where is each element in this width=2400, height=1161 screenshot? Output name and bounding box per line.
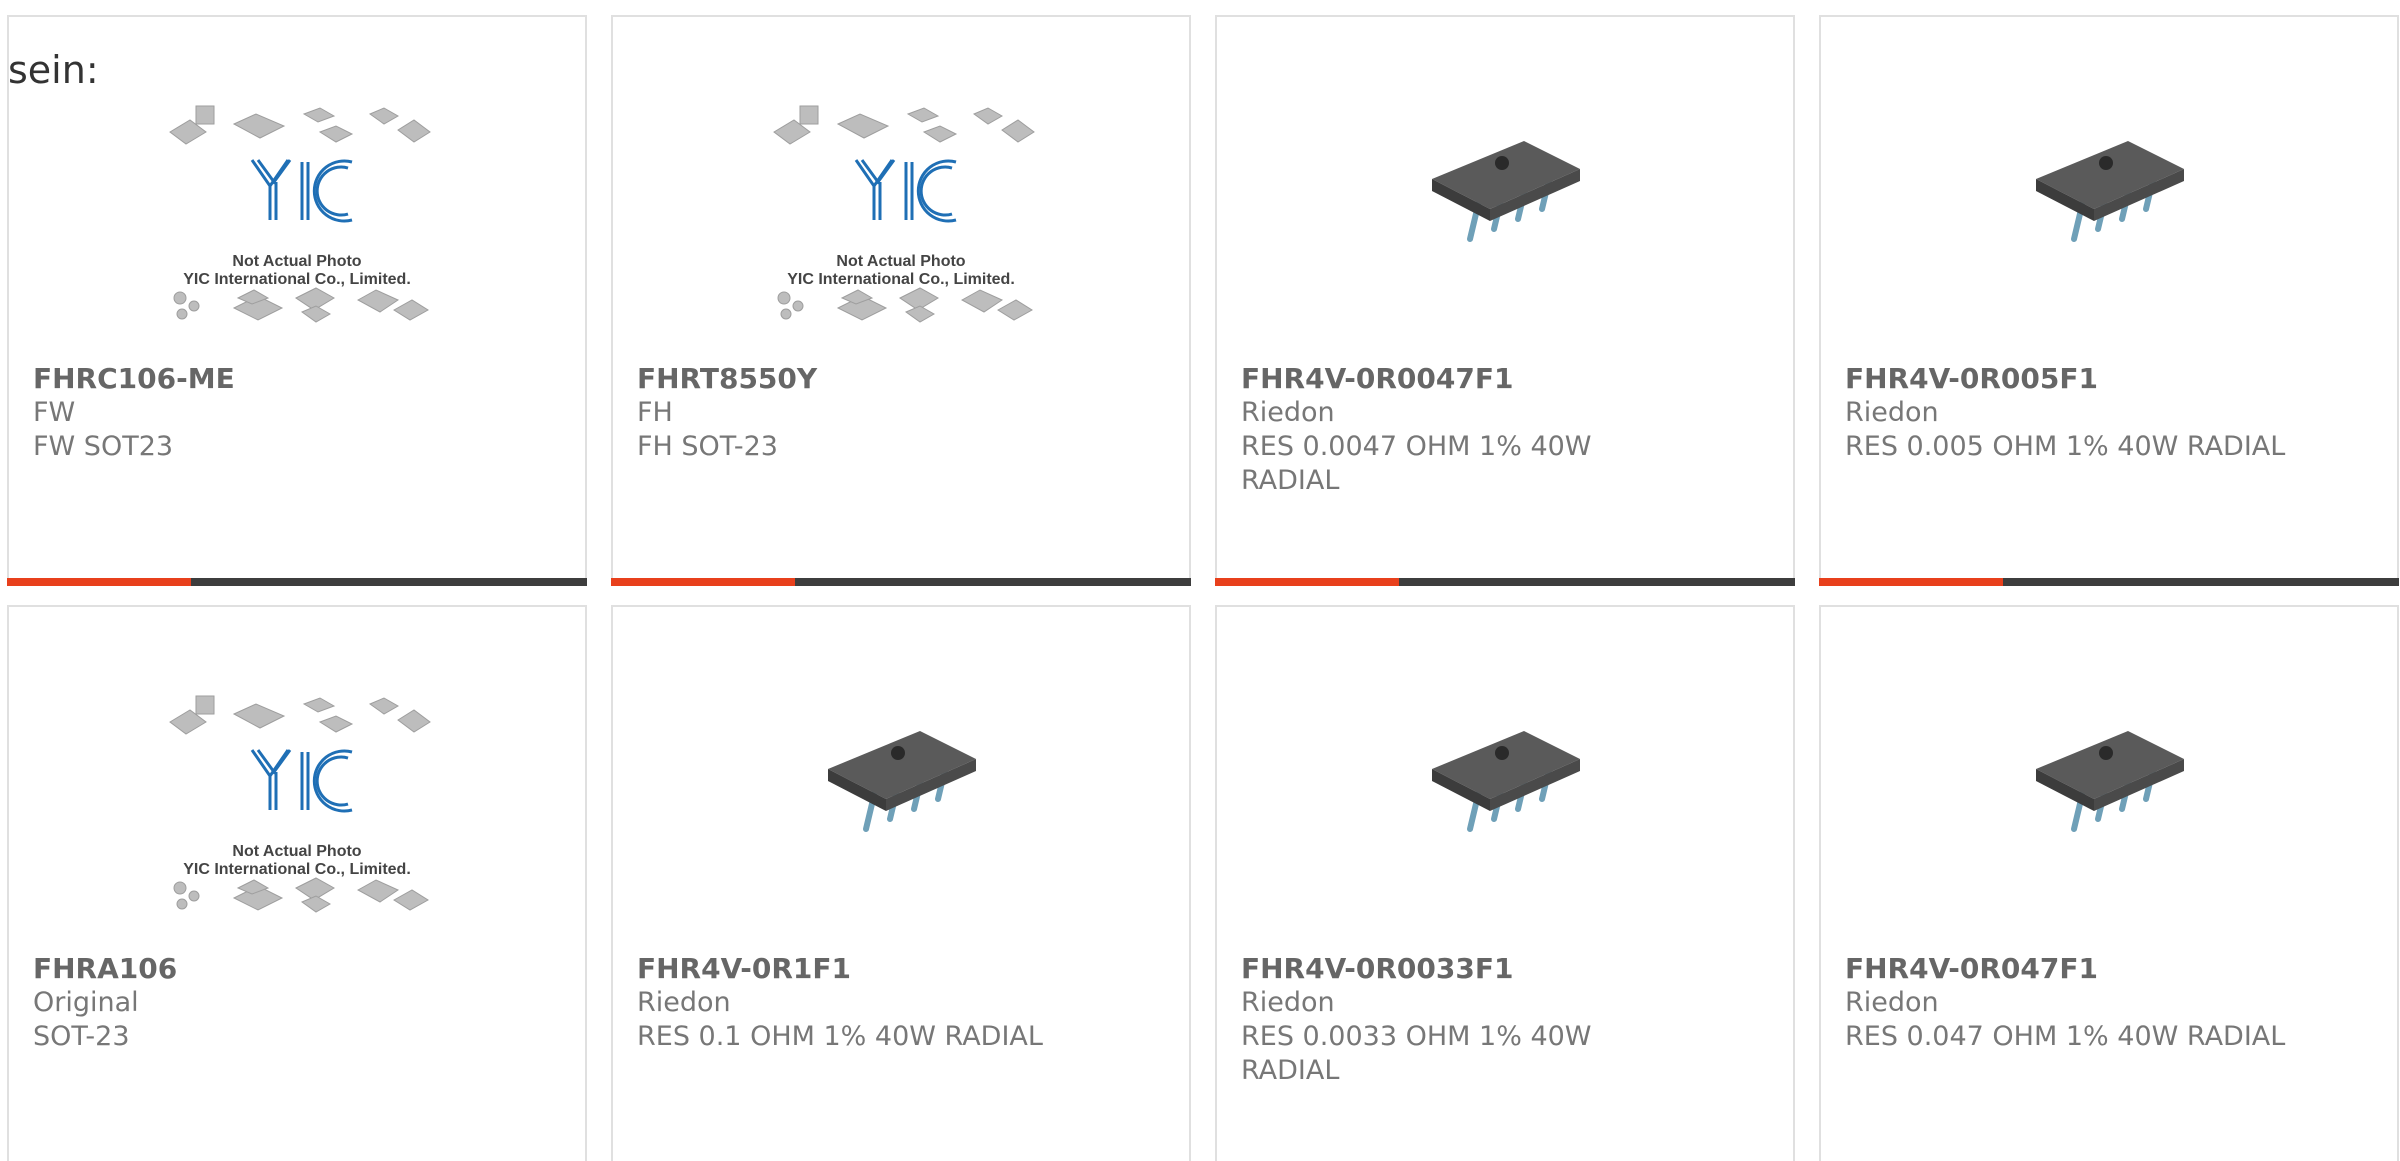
resistor-chip-icon (1420, 127, 1590, 257)
part-number-link[interactable]: FHR4V-0R0047F1 (1241, 362, 1773, 396)
part-number-link[interactable]: FHRA106 (33, 952, 565, 986)
card-accent (1215, 578, 1399, 586)
description: RES 0.005 OHM 1% 40W RADIAL (1845, 431, 2286, 462)
product-info: FHRC106-ME FW FW SOT23 (33, 362, 565, 464)
product-image[interactable]: Not Actual Photo YIC International Co., … (9, 607, 585, 937)
product-info: FHR4V-0R1F1 Riedon RES 0.1 OHM 1% 40W RA… (637, 952, 1169, 1054)
manufacturer: Original (33, 987, 139, 1018)
card-accent (7, 578, 191, 586)
product-info: FHR4V-0R0047F1 Riedon RES 0.0047 OHM 1% … (1241, 362, 1773, 498)
product-image[interactable] (613, 607, 1189, 937)
description-continued: RADIAL (1241, 465, 1340, 496)
card-bottom-bar (1819, 578, 2399, 586)
description: RES 0.0047 OHM 1% 40W (1241, 431, 1592, 462)
product-image[interactable] (1217, 607, 1793, 937)
description: FH SOT-23 (637, 431, 778, 462)
description-continued: RADIAL (1241, 1055, 1340, 1086)
part-number-link[interactable]: FHRC106-ME (33, 362, 565, 396)
resistor-chip-icon (2024, 717, 2194, 847)
not-actual-photo-text: Not Actual Photo (232, 843, 362, 860)
product-card[interactable]: FHR4V-0R0047F1 Riedon RES 0.0047 OHM 1% … (1215, 15, 1795, 586)
manufacturer: Riedon (637, 987, 731, 1018)
company-name-text: YIC International Co., Limited. (183, 271, 411, 288)
placeholder-photo-icon: Not Actual Photo YIC International Co., … (162, 692, 432, 932)
product-card[interactable]: FHR4V-0R1F1 Riedon RES 0.1 OHM 1% 40W RA… (611, 605, 1191, 1161)
card-accent (1819, 578, 2003, 586)
not-actual-photo-text: Not Actual Photo (232, 253, 362, 270)
product-info: FHR4V-0R005F1 Riedon RES 0.005 OHM 1% 40… (1845, 362, 2377, 464)
placeholder-photo-icon: Not Actual Photo YIC International Co., … (766, 102, 1036, 342)
manufacturer: FW (33, 397, 76, 428)
product-card[interactable]: FHR4V-0R0033F1 Riedon RES 0.0033 OHM 1% … (1215, 605, 1795, 1161)
description: FW SOT23 (33, 431, 174, 462)
product-info: FHRA106 Original SOT-23 (33, 952, 565, 1054)
product-info: FHR4V-0R0033F1 Riedon RES 0.0033 OHM 1% … (1241, 952, 1773, 1088)
product-image[interactable] (1821, 607, 2397, 937)
product-card[interactable]: FHR4V-0R005F1 Riedon RES 0.005 OHM 1% 40… (1819, 15, 2399, 586)
description: RES 0.0033 OHM 1% 40W (1241, 1021, 1592, 1052)
part-number-link[interactable]: FHR4V-0R005F1 (1845, 362, 2377, 396)
description: RES 0.1 OHM 1% 40W RADIAL (637, 1021, 1043, 1052)
manufacturer: Riedon (1845, 987, 1939, 1018)
product-info: FHR4V-0R047F1 Riedon RES 0.047 OHM 1% 40… (1845, 952, 2377, 1054)
manufacturer: Riedon (1845, 397, 1939, 428)
placeholder-photo-icon: Not Actual Photo YIC International Co., … (162, 102, 432, 342)
product-info: FHRT8550Y FH FH SOT-23 (637, 362, 1169, 464)
product-card[interactable]: Not Actual Photo YIC International Co., … (7, 605, 587, 1161)
manufacturer: Riedon (1241, 397, 1335, 428)
manufacturer: FH (637, 397, 673, 428)
card-accent (611, 578, 795, 586)
company-name-text: YIC International Co., Limited. (183, 861, 411, 878)
resistor-chip-icon (816, 717, 986, 847)
product-card[interactable]: FHR4V-0R047F1 Riedon RES 0.047 OHM 1% 40… (1819, 605, 2399, 1161)
not-actual-photo-text: Not Actual Photo (836, 253, 966, 270)
card-bottom-bar (1215, 578, 1795, 586)
intro-text: sein: (8, 48, 99, 92)
part-number-link[interactable]: FHR4V-0R0033F1 (1241, 952, 1773, 986)
product-image[interactable]: Not Actual Photo YIC International Co., … (613, 17, 1189, 347)
part-number-link[interactable]: FHR4V-0R047F1 (1845, 952, 2377, 986)
part-number-link[interactable]: FHR4V-0R1F1 (637, 952, 1169, 986)
product-card[interactable]: Not Actual Photo YIC International Co., … (611, 15, 1191, 586)
product-image[interactable] (1821, 17, 2397, 347)
card-bottom-bar (611, 578, 1191, 586)
manufacturer: Riedon (1241, 987, 1335, 1018)
product-grid-page: sein: Not Actual Photo YIC International… (0, 0, 2400, 1161)
company-name-text: YIC International Co., Limited. (787, 271, 1015, 288)
product-card[interactable]: Not Actual Photo YIC International Co., … (7, 15, 587, 586)
resistor-chip-icon (1420, 717, 1590, 847)
card-bottom-bar (7, 578, 587, 586)
description: RES 0.047 OHM 1% 40W RADIAL (1845, 1021, 2286, 1052)
product-image[interactable] (1217, 17, 1793, 347)
description: SOT-23 (33, 1021, 130, 1052)
part-number-link[interactable]: FHRT8550Y (637, 362, 1169, 396)
resistor-chip-icon (2024, 127, 2194, 257)
